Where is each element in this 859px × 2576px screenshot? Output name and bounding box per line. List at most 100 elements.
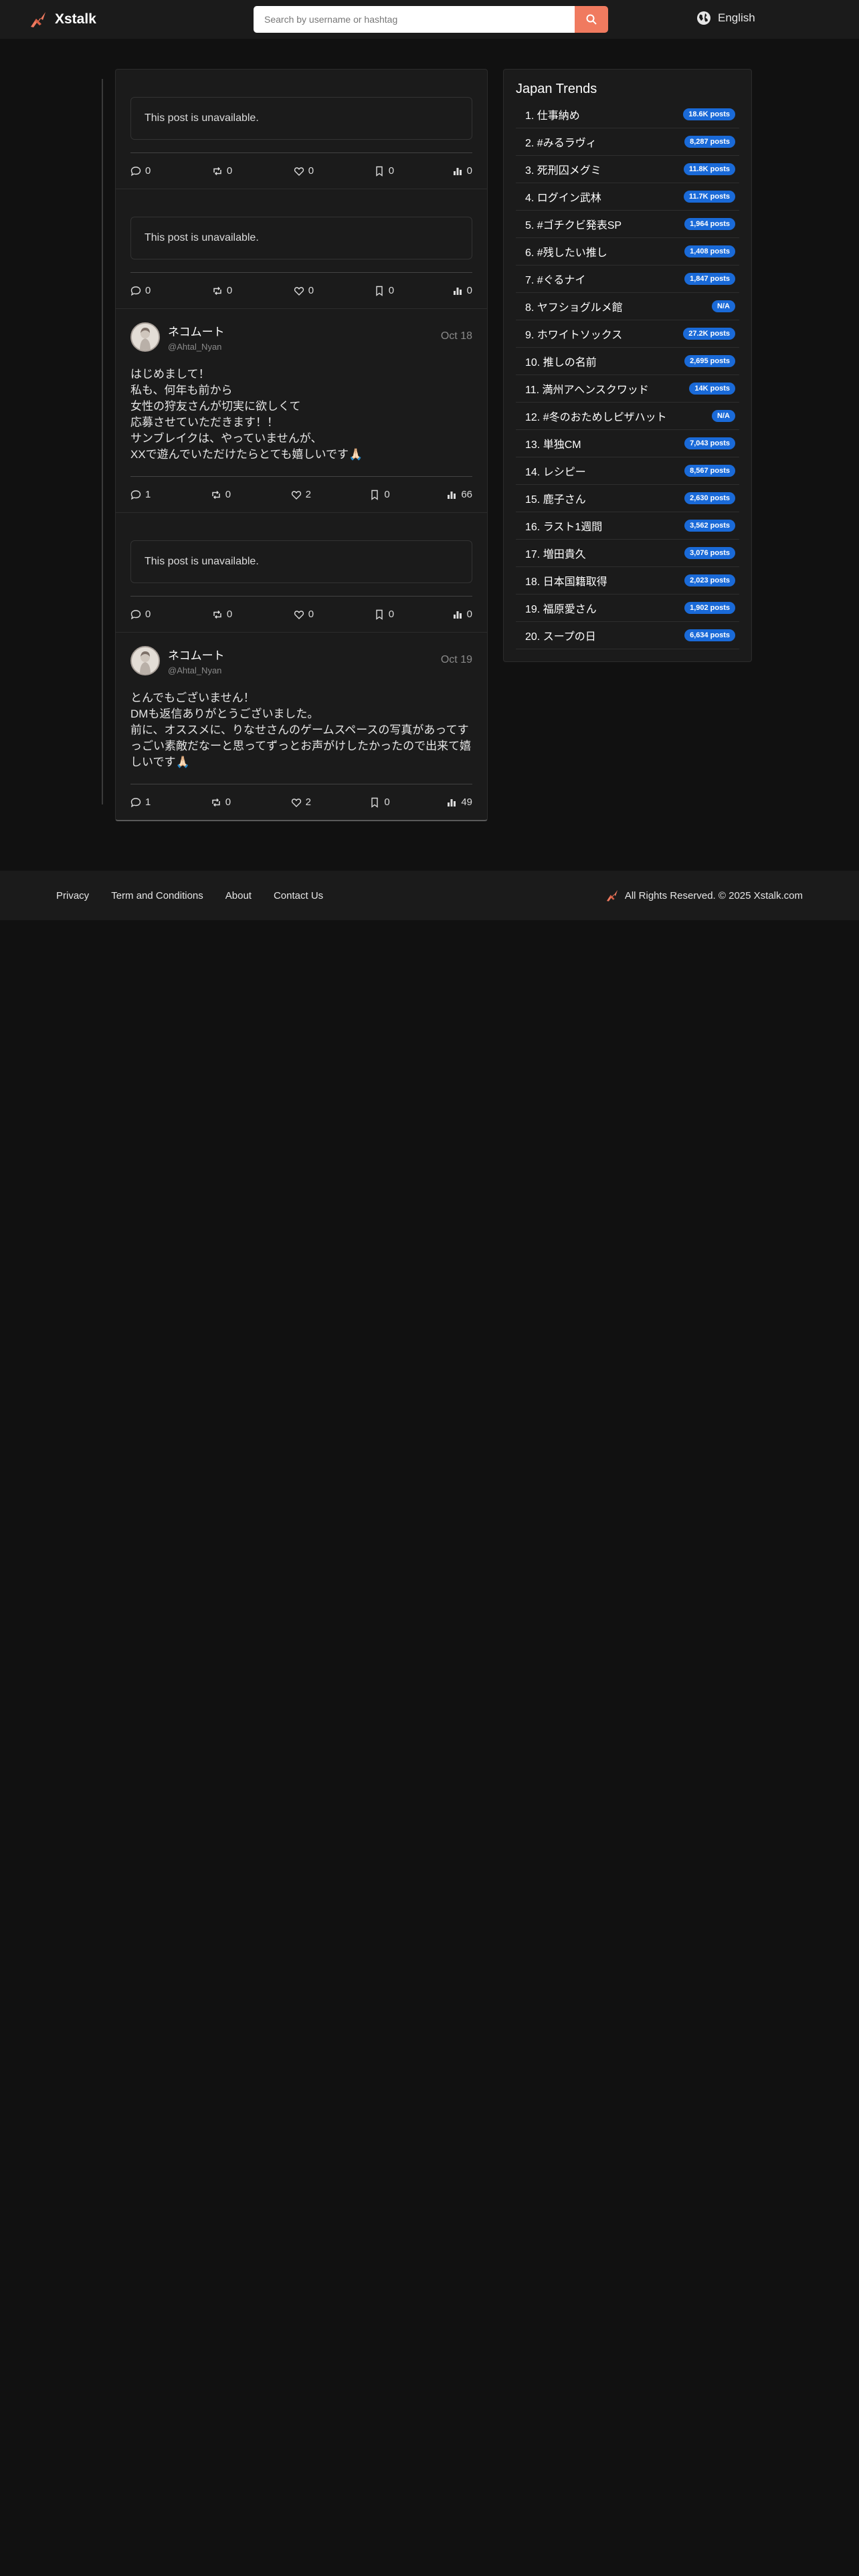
reply-count: 0	[145, 165, 151, 177]
trend-item[interactable]: 8. ヤフショグルメ館 N/A	[516, 293, 739, 320]
footer-link-privacy[interactable]: Privacy	[56, 890, 89, 901]
repost-count: 0	[226, 609, 233, 620]
post-unavailable: This post is unavailable. 0 0 0 0 0	[116, 70, 487, 189]
trend-label: 7. #ぐるナイ	[525, 275, 586, 286]
like-button[interactable]: 0	[294, 609, 374, 620]
trend-label: 12. #冬のおためしピザハット	[525, 412, 667, 423]
repost-button[interactable]: 0	[212, 165, 294, 177]
trend-count-badge: 6,634 posts	[684, 629, 735, 641]
comment-icon	[130, 166, 141, 176]
trend-count-badge: 1,964 posts	[684, 218, 735, 230]
logo-icon	[31, 12, 45, 27]
trend-item[interactable]: 10. 推しの名前 2,695 posts	[516, 348, 739, 375]
search-icon	[586, 14, 597, 25]
avatar-image-icon	[132, 647, 159, 674]
post-text: とんでもございません！ DMも返信ありがとうございました。 前に、オススメに、り…	[130, 691, 472, 768]
heart-icon	[291, 490, 301, 500]
trend-item[interactable]: 12. #冬のおためしピザハット N/A	[516, 403, 739, 430]
trend-label: 5. #ゴチクビ発表SP	[525, 220, 622, 231]
reply-button[interactable]: 0	[130, 285, 212, 296]
views-stat: 66	[446, 489, 472, 500]
author-handle: @Ahtal_Nyan	[168, 342, 222, 352]
trend-count-badge: 8,567 posts	[684, 465, 735, 477]
footer: Privacy Term and Conditions About Contac…	[0, 871, 859, 920]
views-stat: 0	[452, 609, 472, 620]
trend-item[interactable]: 5. #ゴチクビ発表SP 1,964 posts	[516, 211, 739, 238]
post-unavailable: This post is unavailable. 0 0 0 0 0	[116, 513, 487, 633]
reply-button[interactable]: 0	[130, 165, 212, 177]
repost-icon	[212, 798, 220, 807]
trend-item[interactable]: 13. 単独CM 7,043 posts	[516, 430, 739, 457]
post-feed: This post is unavailable. 0 0 0 0 0 This…	[115, 69, 488, 821]
views-stat: 0	[452, 285, 472, 296]
trend-item[interactable]: 2. #みるラヴィ 8,287 posts	[516, 128, 739, 156]
bar-chart-icon	[448, 798, 456, 807]
trend-item[interactable]: 14. レシピー 8,567 posts	[516, 457, 739, 485]
post-author[interactable]: ネコムート @Ahtal_Nyan Oct 19	[130, 633, 472, 675]
bookmark-button[interactable]: 0	[374, 285, 452, 296]
bookmark-button[interactable]: 0	[369, 489, 446, 500]
trend-label: 9. ホワイトソックス	[525, 330, 623, 341]
bookmark-button[interactable]: 0	[374, 165, 452, 177]
repost-count: 0	[225, 796, 231, 808]
like-button[interactable]: 0	[294, 285, 374, 296]
brand-link[interactable]: Xstalk	[28, 9, 96, 29]
footer-copyright: All Rights Reserved. © 2025 Xstalk.com	[605, 871, 803, 920]
trend-item[interactable]: 7. #ぐるナイ 1,847 posts	[516, 265, 739, 293]
bookmark-icon	[371, 797, 379, 808]
trend-item[interactable]: 18. 日本国籍取得 2,023 posts	[516, 567, 739, 595]
repost-button[interactable]: 0	[212, 609, 294, 620]
trend-item[interactable]: 4. ログイン武林 11.7K posts	[516, 183, 739, 211]
bookmark-count: 0	[384, 489, 390, 500]
trend-item[interactable]: 6. #残したい推し 1,408 posts	[516, 238, 739, 265]
unavailable-message: This post is unavailable.	[130, 97, 472, 140]
repost-button[interactable]: 0	[211, 489, 291, 500]
bookmark-button[interactable]: 0	[369, 796, 446, 808]
trend-item[interactable]: 11. 満州アヘンスクワッド 14K posts	[516, 375, 739, 403]
avatar[interactable]	[130, 646, 160, 675]
reply-button[interactable]: 1	[130, 796, 211, 808]
trend-count-badge: 2,695 posts	[684, 355, 735, 367]
like-button[interactable]: 0	[294, 165, 374, 177]
footer-link-about[interactable]: About	[225, 890, 252, 901]
footer-link-terms[interactable]: Term and Conditions	[111, 890, 203, 901]
reply-button[interactable]: 0	[130, 609, 212, 620]
trend-item[interactable]: 9. ホワイトソックス 27.2K posts	[516, 320, 739, 348]
brand-name: Xstalk	[55, 11, 96, 27]
trend-item[interactable]: 3. 死刑囚メグミ 11.8K posts	[516, 156, 739, 183]
trend-item[interactable]: 19. 福原愛さん 1,902 posts	[516, 595, 739, 622]
trend-item[interactable]: 20. スープの日 6,634 posts	[516, 622, 739, 649]
post-date: Oct 19	[440, 654, 472, 665]
trend-item[interactable]: 1. 仕事納め 18.6K posts	[516, 101, 739, 128]
trend-item[interactable]: 16. ラスト1週間 3,562 posts	[516, 512, 739, 540]
trend-item[interactable]: 15. 鹿子さん 2,630 posts	[516, 485, 739, 512]
trend-label: 18. 日本国籍取得	[525, 576, 607, 588]
trend-count-badge: N/A	[712, 410, 735, 422]
avatar[interactable]	[130, 322, 160, 352]
post: ネコムート @Ahtal_Nyan Oct 19 とんでもございません！ DMも…	[116, 633, 487, 820]
trend-item[interactable]: 17. 増田貴久 3,076 posts	[516, 540, 739, 567]
bookmark-button[interactable]: 0	[374, 609, 452, 620]
heart-icon	[294, 286, 304, 296]
search-button[interactable]	[575, 6, 608, 33]
post-author[interactable]: ネコムート @Ahtal_Nyan Oct 18	[130, 309, 472, 352]
post-actions: 0 0 0 0 0	[130, 152, 472, 189]
like-button[interactable]: 2	[291, 489, 370, 500]
footer-link-contact[interactable]: Contact Us	[274, 890, 323, 901]
views-stat: 0	[452, 165, 472, 177]
view-count: 49	[461, 796, 472, 808]
comment-icon	[130, 490, 141, 500]
repost-button[interactable]: 0	[212, 285, 294, 296]
search-input[interactable]	[254, 6, 579, 33]
language-label: English	[718, 11, 755, 24]
repost-button[interactable]: 0	[211, 796, 291, 808]
like-button[interactable]: 2	[291, 796, 370, 808]
reply-button[interactable]: 1	[130, 489, 211, 500]
copyright-text: All Rights Reserved. © 2025 Xstalk.com	[624, 889, 803, 901]
trend-count-badge: 7,043 posts	[684, 437, 735, 449]
like-count: 2	[305, 489, 311, 500]
trend-label: 8. ヤフショグルメ館	[525, 302, 623, 314]
trend-count-badge: 2,023 posts	[684, 574, 735, 586]
bar-chart-icon	[448, 491, 456, 499]
language-selector[interactable]: English	[696, 11, 755, 25]
